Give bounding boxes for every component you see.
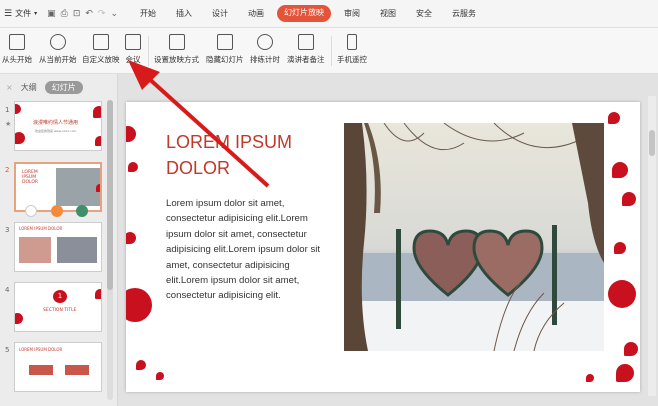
thumbnail-photo bbox=[57, 237, 97, 263]
undo-icon[interactable]: ↶ bbox=[85, 9, 93, 19]
ribbon-divider bbox=[148, 36, 149, 66]
save-icon[interactable]: ▣ bbox=[47, 9, 56, 19]
play-current-button[interactable]: 从当前开始 bbox=[39, 34, 77, 65]
ribbon-divider bbox=[331, 36, 332, 66]
thumbnail-title: LOREM IPSUM DOLOR bbox=[19, 347, 63, 352]
custom-show-label: 自定义放映 bbox=[82, 55, 120, 64]
slide-body-text[interactable]: Lorem ipsum dolor sit amet, consectetur … bbox=[166, 196, 328, 304]
editor-scrollbar[interactable] bbox=[648, 96, 656, 396]
star-icon: ★ bbox=[5, 120, 12, 128]
thumbnail-title: LOREM IPSUM DOLOR bbox=[22, 170, 39, 185]
tab-review[interactable]: 审阅 bbox=[334, 5, 370, 22]
tab-animation[interactable]: 动画 bbox=[238, 5, 274, 22]
more-icon[interactable]: ⌄ bbox=[110, 9, 118, 19]
slide-number: 3 bbox=[5, 226, 10, 234]
chevron-down-icon: ▾ bbox=[34, 10, 38, 17]
setup-show-button[interactable]: 设置放映方式 bbox=[154, 34, 199, 65]
panel-scrollbar[interactable] bbox=[107, 100, 113, 400]
rehearse-timing-label: 排练计时 bbox=[250, 55, 280, 64]
thumbnail-title: LOREM IPSUM DOLOR bbox=[19, 226, 63, 231]
speaker-notes-label: 演讲者备注 bbox=[287, 55, 325, 64]
meeting-button[interactable]: 会议 bbox=[125, 34, 141, 65]
tab-insert[interactable]: 插入 bbox=[166, 5, 202, 22]
phone-remote-label: 手机遥控 bbox=[337, 55, 367, 64]
phone-remote-button[interactable]: 手机遥控 bbox=[337, 34, 367, 65]
play-current-icon bbox=[49, 34, 66, 50]
slide-thumbnail-3[interactable]: LOREM IPSUM DOLOR bbox=[14, 222, 102, 272]
export-pdf-icon[interactable]: ⊡ bbox=[73, 9, 81, 19]
play-current-label: 从当前开始 bbox=[39, 55, 77, 64]
section-badge: 1 bbox=[53, 290, 67, 303]
speaker-notes-button[interactable]: 演讲者备注 bbox=[287, 34, 325, 65]
custom-show-icon bbox=[92, 34, 109, 50]
meeting-label: 会议 bbox=[125, 55, 141, 64]
hamburger-icon: ☰ bbox=[4, 8, 13, 19]
slide-thumbnail-1[interactable]: 浪漫唯约情人节通用 欢迎您的到来 www.xxxx.com bbox=[14, 101, 102, 151]
panel-tabs: × 大纲 幻灯片 bbox=[0, 74, 117, 100]
photo-illustration bbox=[344, 123, 604, 351]
slide-design-icon[interactable] bbox=[76, 205, 88, 217]
slide-thumbnail-5[interactable]: LOREM IPSUM DOLOR bbox=[14, 342, 102, 392]
hide-slide-icon bbox=[216, 34, 233, 50]
add-slide-icon[interactable] bbox=[51, 205, 63, 217]
thumbnail-photo bbox=[56, 168, 100, 206]
play-slide-icon[interactable] bbox=[25, 205, 37, 217]
scrollbar-thumb[interactable] bbox=[649, 130, 655, 156]
thumbnail-photo bbox=[19, 237, 51, 263]
rehearse-timing-button[interactable]: 排练计时 bbox=[250, 34, 280, 65]
play-from-start-label: 从头开始 bbox=[2, 55, 32, 64]
slide-number: 1 bbox=[5, 106, 10, 114]
tab-slideshow[interactable]: 幻灯片放映 bbox=[277, 5, 331, 22]
scrollbar-thumb[interactable] bbox=[107, 100, 113, 290]
menu-bar: ☰ 文件 ▾ ▣ ⎙ ⊡ ↶ ↷ ⌄ 开始 插入 设计 动画 幻灯片放映 审阅 … bbox=[0, 0, 658, 28]
hide-slide-button[interactable]: 隐藏幻灯片 bbox=[206, 34, 244, 65]
redo-icon[interactable]: ↷ bbox=[98, 9, 106, 19]
menu-tabs: 开始 插入 设计 动画 幻灯片放映 审阅 视图 安全 云服务 bbox=[130, 5, 486, 22]
tab-cloud[interactable]: 云服务 bbox=[442, 5, 486, 22]
thumbnail-box bbox=[29, 365, 53, 375]
close-panel-icon[interactable]: × bbox=[6, 83, 13, 92]
thumbnail-title: SECTION TITLE bbox=[43, 308, 77, 313]
timer-icon bbox=[257, 34, 273, 50]
tab-slides[interactable]: 幻灯片 bbox=[44, 80, 83, 94]
play-from-start-button[interactable]: 从头开始 bbox=[2, 34, 32, 65]
slide-photo[interactable] bbox=[344, 123, 604, 351]
slide-number: 5 bbox=[5, 346, 10, 354]
ribbon: 从头开始 从当前开始 自定义放映 会议 设置放映方式 隐藏幻灯片 排练计时 演讲… bbox=[0, 28, 658, 74]
file-menu[interactable]: ☰ 文件 ▾ bbox=[0, 8, 37, 19]
print-icon[interactable]: ⎙ bbox=[61, 9, 68, 19]
tab-view[interactable]: 视图 bbox=[370, 5, 406, 22]
current-slide[interactable]: LOREM IPSUM DOLOR Lorem ipsum dolor sit … bbox=[126, 102, 640, 392]
tab-security[interactable]: 安全 bbox=[406, 5, 442, 22]
thumbnail-subtitle: 欢迎您的到来 www.xxxx.com bbox=[35, 129, 77, 133]
slide-title[interactable]: LOREM IPSUM DOLOR bbox=[166, 129, 326, 181]
setup-show-label: 设置放映方式 bbox=[154, 55, 199, 64]
thumbnail-title: 浪漫唯约情人节通用 bbox=[33, 120, 79, 126]
tab-design[interactable]: 设计 bbox=[202, 5, 238, 22]
speaker-notes-icon bbox=[297, 34, 314, 50]
quick-access-toolbar: ▣ ⎙ ⊡ ↶ ↷ ⌄ bbox=[47, 9, 118, 19]
slide-number: 4 bbox=[5, 286, 10, 294]
slide-thumbnail-4[interactable]: 1 SECTION TITLE bbox=[14, 282, 102, 332]
phone-remote-icon bbox=[347, 34, 357, 50]
tab-outline[interactable]: 大纲 bbox=[21, 82, 37, 93]
tab-home[interactable]: 开始 bbox=[130, 5, 166, 22]
slide-number: 2 bbox=[5, 166, 10, 174]
play-from-start-icon bbox=[9, 34, 25, 50]
hide-slide-label: 隐藏幻灯片 bbox=[206, 55, 244, 64]
setup-show-icon bbox=[168, 34, 185, 50]
custom-show-button[interactable]: 自定义放映 bbox=[82, 34, 120, 65]
meeting-icon bbox=[125, 34, 141, 50]
thumbnail-box bbox=[65, 365, 89, 375]
file-menu-label: 文件 bbox=[15, 9, 32, 18]
